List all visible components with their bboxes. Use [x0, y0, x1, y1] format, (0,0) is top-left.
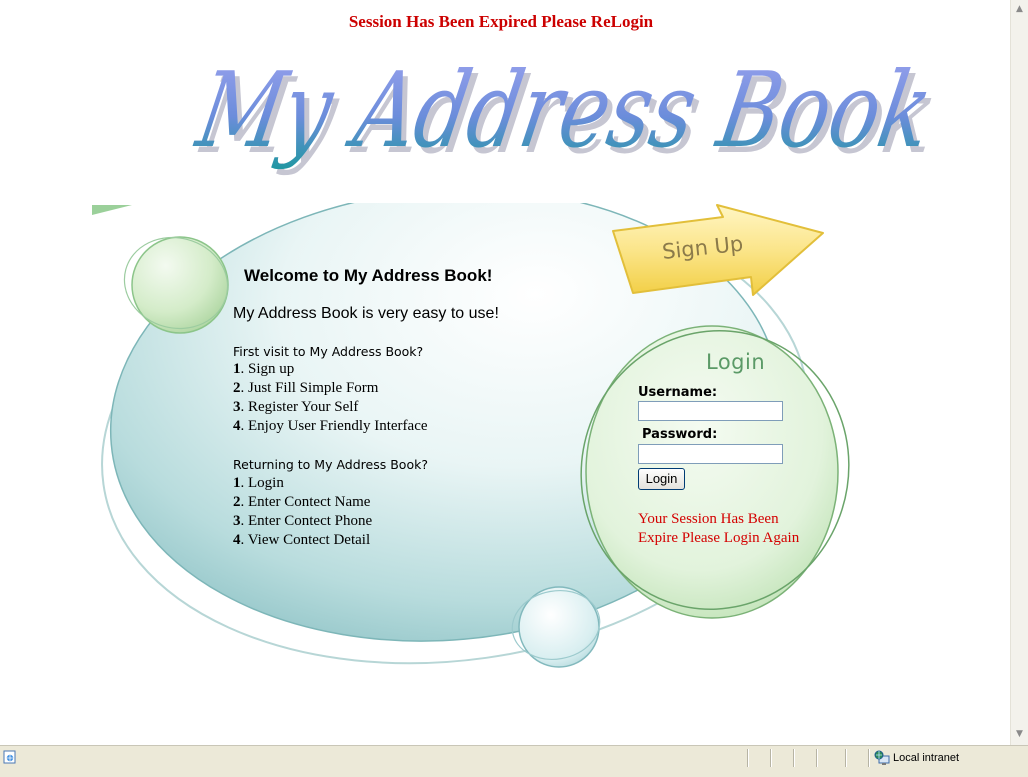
- login-button[interactable]: Login: [638, 468, 685, 490]
- list-item: 4. Enjoy User Friendly Interface: [233, 418, 428, 434]
- session-expire-message: Your Session Has Been Expire Please Logi…: [638, 511, 800, 546]
- logo: My Address Book My Address Book: [188, 50, 946, 177]
- login-title: Login: [706, 350, 766, 374]
- welcome-subtitle: My Address Book is very easy to use!: [233, 305, 499, 322]
- first-visit-question: First visit to My Address Book?: [233, 344, 424, 359]
- page-icon: [3, 750, 16, 764]
- scroll-up-icon[interactable]: ▲: [1013, 2, 1026, 16]
- globe-computer-icon: [874, 750, 890, 765]
- status-separator: [868, 749, 870, 767]
- returning-question: Returning to My Address Book?: [233, 457, 428, 472]
- status-separator: [793, 749, 795, 767]
- status-separator: [845, 749, 847, 767]
- status-separator: [747, 749, 749, 767]
- list-item: 3. Enter Contect Phone: [233, 513, 373, 529]
- list-item: 2. Enter Contect Name: [233, 494, 371, 510]
- status-bar: Local intranet: [0, 745, 1028, 777]
- welcome-title: Welcome to My Address Book!: [244, 266, 493, 285]
- status-separator: [816, 749, 818, 767]
- list-item: 1. Login: [233, 475, 284, 491]
- password-input[interactable]: [638, 444, 783, 464]
- list-item: 1. Sign up: [233, 361, 295, 377]
- status-separator: [770, 749, 772, 767]
- list-item: 4. View Contect Detail: [233, 532, 371, 548]
- security-zone-label: Local intranet: [893, 752, 960, 764]
- logo-text: My Address Book: [188, 50, 941, 171]
- password-label: Password:: [642, 427, 718, 442]
- list-item: 2. Just Fill Simple Form: [233, 380, 379, 396]
- list-item: 3. Register Your Self: [233, 399, 359, 415]
- username-input[interactable]: [638, 401, 783, 421]
- sign-up-button[interactable]: Sign Up: [605, 203, 827, 301]
- page-viewport: Session Has Been Expired Please ReLogin …: [0, 0, 1010, 745]
- username-label: Username:: [638, 385, 718, 400]
- vertical-scrollbar[interactable]: ▲ ▼: [1010, 0, 1028, 745]
- scroll-down-icon[interactable]: ▼: [1013, 727, 1026, 741]
